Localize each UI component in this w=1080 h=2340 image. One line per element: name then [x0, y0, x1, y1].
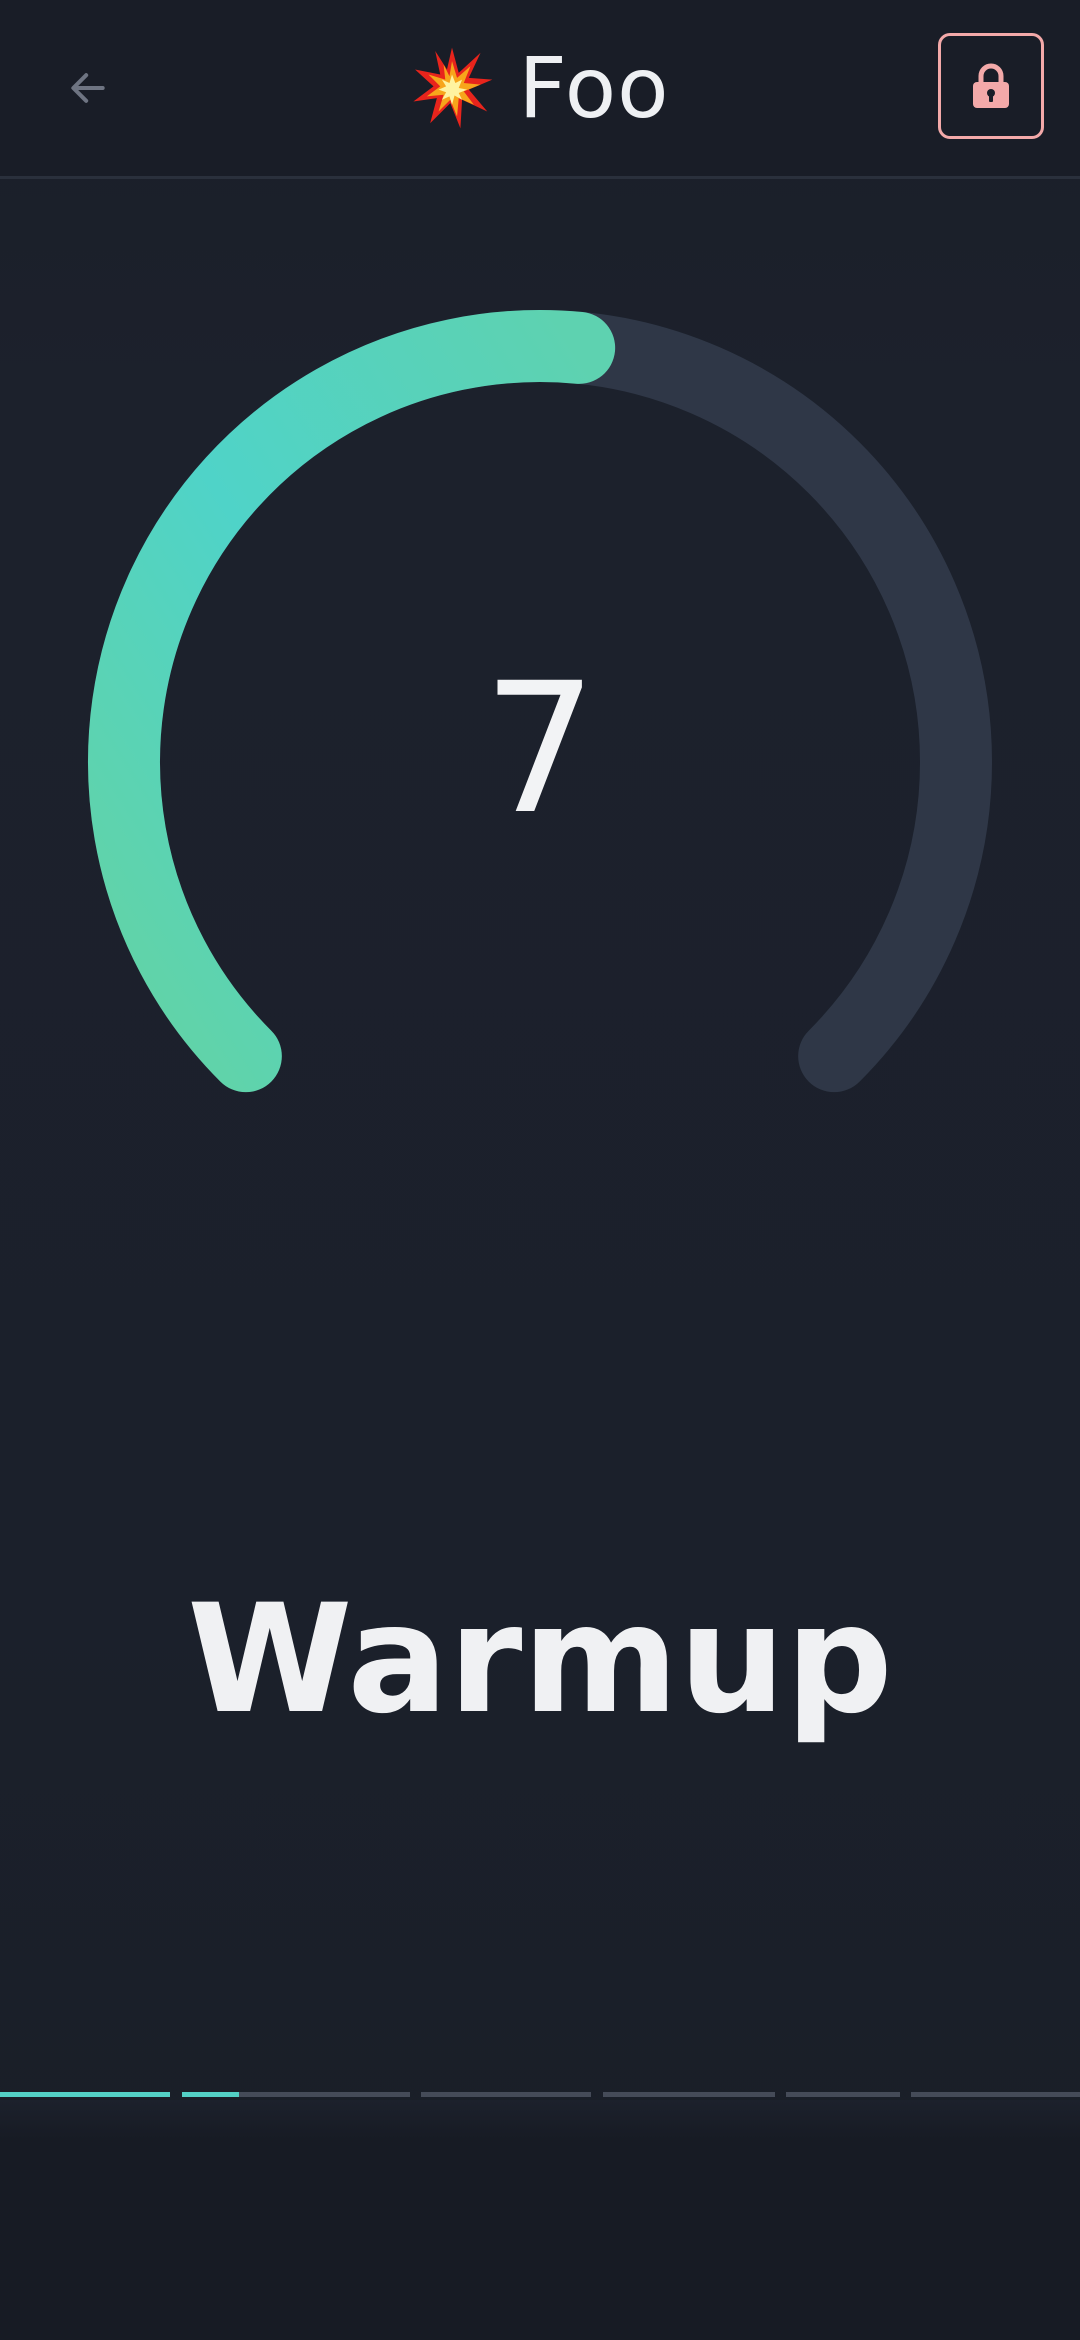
- progress-segment: [0, 2092, 170, 2097]
- interval-progress-bar: [0, 2092, 1080, 2098]
- progress-segment-fill: [182, 2092, 239, 2097]
- progress-segment: [786, 2092, 900, 2097]
- phase-label: Warmup: [187, 1573, 893, 1747]
- progress-segment: [421, 2092, 591, 2097]
- progress-segment: [911, 2092, 1080, 2097]
- workout-screen: Foo 7 Warmup: [0, 0, 1080, 2340]
- progress-segment: [603, 2092, 775, 2097]
- progress-segment-fill: [0, 2092, 170, 2097]
- gauge-value: 7: [482, 645, 598, 854]
- countdown-gauge: [88, 310, 992, 1093]
- bottom-panel: [0, 2100, 1080, 2340]
- progress-segment: [182, 2092, 410, 2097]
